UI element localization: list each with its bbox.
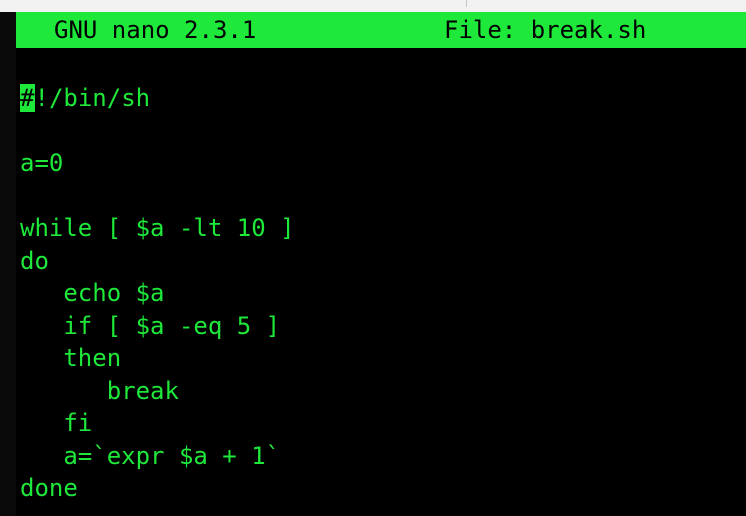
editor-line[interactable] <box>20 115 740 148</box>
file-name-label: File: break.sh <box>444 16 647 44</box>
browser-top-strip <box>0 0 746 12</box>
editor-line[interactable]: a=`expr $a + 1` <box>20 440 740 473</box>
line-text: if [ $a -eq 5 ] <box>20 311 281 340</box>
line-text: a=`expr $a + 1` <box>20 441 281 470</box>
editor-line[interactable]: while [ $a -lt 10 ] <box>20 212 740 245</box>
line-text: then <box>20 344 122 372</box>
editor-line[interactable]: then <box>20 342 740 375</box>
editor-line[interactable]: do <box>20 245 740 278</box>
line-text: do <box>20 246 49 275</box>
app-version-label: GNU nano 2.3.1 <box>54 16 257 44</box>
editor-line[interactable]: if [ $a -eq 5 ] <box>20 310 740 343</box>
line-text: while [ $a -lt 10 ] <box>20 214 295 242</box>
window-divider <box>466 0 467 7</box>
line-text: !/bin/sh <box>34 84 151 112</box>
line-text: a=0 <box>20 149 64 177</box>
editor-line[interactable]: break <box>20 375 740 408</box>
line-text: done <box>20 474 78 502</box>
editor-line[interactable]: echo $a <box>20 277 740 310</box>
editor-text-area[interactable]: #!/bin/sh a=0 while [ $a -lt 10 ] do ech… <box>19 82 740 505</box>
nano-title-bar: GNU nano 2.3.1 File: break.sh <box>16 12 746 48</box>
text-cursor: # <box>19 83 36 113</box>
editor-line[interactable]: a=0 <box>20 147 740 180</box>
editor-line[interactable]: done <box>20 472 740 505</box>
editor-line[interactable]: fi <box>20 407 740 440</box>
line-text: echo $a <box>20 279 165 307</box>
editor-line[interactable] <box>20 180 740 213</box>
editor-line[interactable]: #!/bin/sh <box>19 82 740 115</box>
line-text: break <box>20 376 179 405</box>
window-left-edge <box>0 12 16 516</box>
line-text: fi <box>20 409 93 437</box>
